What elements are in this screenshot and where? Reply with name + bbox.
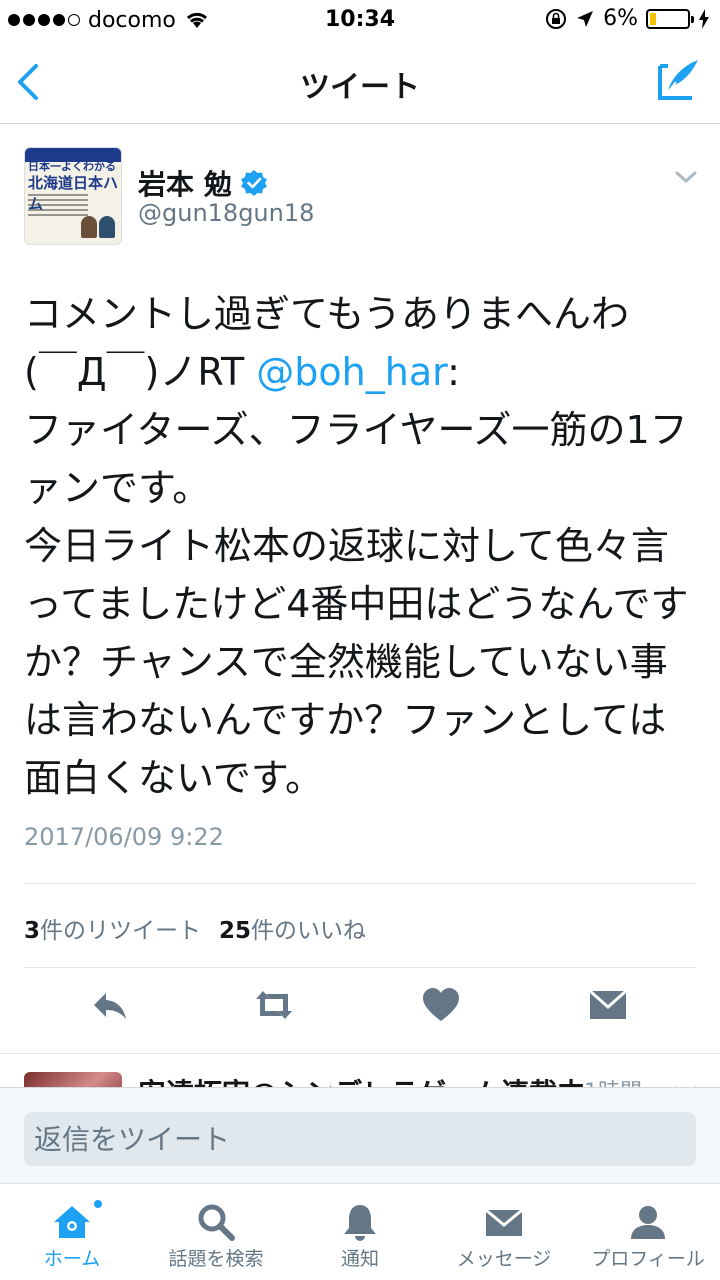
tab-bar: ホーム 話題を検索 通知 メッセージ プロフィール: [0, 1183, 720, 1280]
reply-bar: [0, 1087, 720, 1183]
nav-bar: ツイート: [0, 40, 720, 124]
battery-percent: 6%: [603, 6, 638, 31]
status-bar: docomo 10:34 6%: [0, 0, 720, 40]
chevron-down-icon[interactable]: [674, 169, 698, 185]
battery-icon: [646, 8, 694, 29]
tab-profile[interactable]: プロフィール: [576, 1184, 720, 1280]
rotation-lock-icon: [546, 8, 567, 29]
tab-search[interactable]: 話題を検索: [144, 1184, 288, 1280]
reply-icon[interactable]: [88, 983, 132, 1027]
user-name[interactable]: 岩本 勉: [138, 163, 268, 203]
divider: [24, 967, 696, 968]
retweet-count[interactable]: 3件のリツイート: [24, 911, 201, 945]
tab-home[interactable]: ホーム: [0, 1184, 144, 1280]
new-content-dot: [92, 1198, 104, 1210]
tweet-timestamp: 2017/06/09 9:22: [24, 823, 224, 851]
mention-link[interactable]: @boh_har: [256, 350, 447, 394]
envelope-icon: [485, 1208, 523, 1236]
avatar[interactable]: [24, 1072, 122, 1087]
page-title: ツイート: [300, 70, 420, 105]
retweet-icon[interactable]: [252, 983, 296, 1027]
tweet-actions: [0, 983, 720, 1033]
tab-notifications[interactable]: 通知: [288, 1184, 432, 1280]
profile-icon: [631, 1206, 665, 1239]
divider: [24, 883, 696, 884]
verified-badge-icon: [240, 170, 267, 196]
user-handle[interactable]: @gun18gun18: [138, 199, 314, 227]
like-count[interactable]: 25件のいいね: [219, 911, 366, 945]
compose-tweet-icon[interactable]: [654, 56, 702, 104]
engagement-counts: 3件のリツイート 25件のいいね: [24, 911, 366, 945]
user-name: 安達拓実@シンデレラゲーム連載中: [138, 1072, 585, 1087]
direct-message-icon[interactable]: [586, 983, 630, 1027]
search-icon: [198, 1204, 235, 1241]
user-name-label: 岩本 勉: [138, 168, 232, 201]
avatar[interactable]: 日本一よくわかる 北海道日本ハム: [24, 147, 122, 245]
charging-bolt-icon: [699, 8, 709, 29]
reply-input[interactable]: [24, 1112, 696, 1166]
next-tweet[interactable]: 安達拓実@シンデレラゲーム連載中 1時間: [0, 1053, 720, 1087]
tab-messages[interactable]: メッセージ: [432, 1184, 576, 1280]
like-heart-icon[interactable]: [419, 983, 463, 1027]
home-icon: [54, 1206, 90, 1238]
tweet-timestamp: 1時間: [584, 1074, 642, 1087]
location-arrow-icon: [577, 10, 594, 27]
bell-icon: [344, 1205, 376, 1241]
tweet-text: コメントし過ぎてもうありまへんわ (￣Д￣)ノRT @boh_har: ファイタ…: [24, 292, 689, 800]
